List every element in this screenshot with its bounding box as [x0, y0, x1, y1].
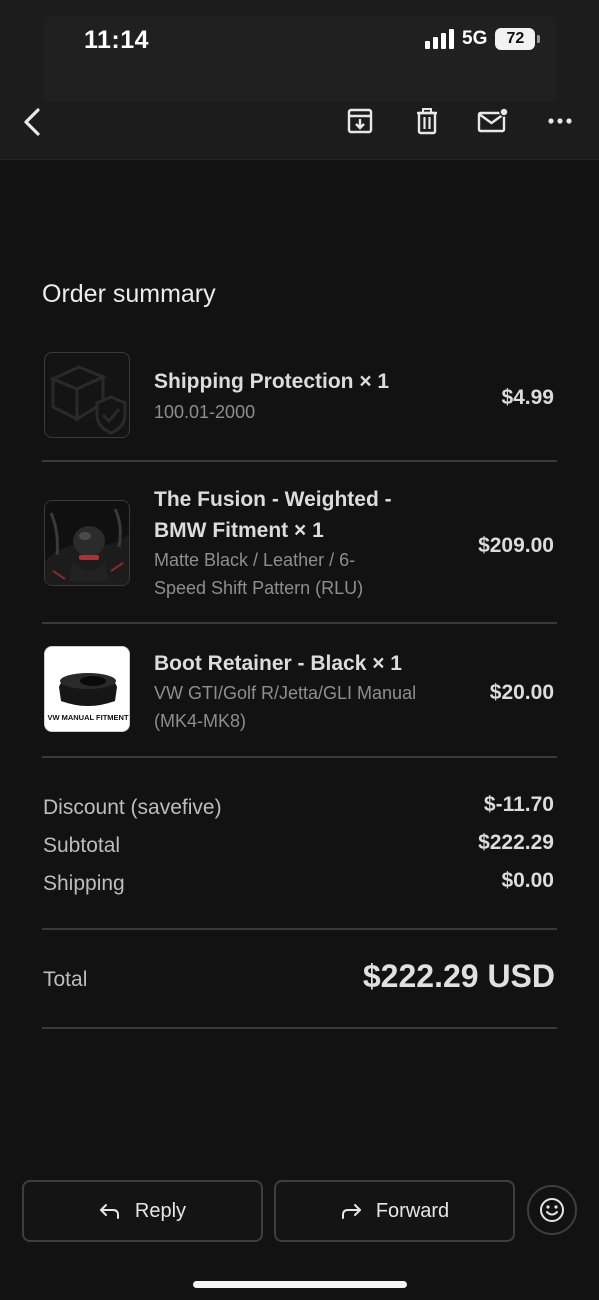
emoji-reaction-button[interactable] — [527, 1185, 577, 1235]
trash-icon — [417, 108, 437, 135]
divider — [42, 1027, 557, 1029]
more-icon — [548, 118, 572, 124]
mark-unread-button[interactable] — [476, 104, 510, 138]
forward-label: Forward — [375, 1199, 450, 1222]
total-label: Total — [43, 968, 88, 991]
reply-icon — [99, 1204, 119, 1219]
mark-unread-icon — [477, 107, 509, 133]
home-indicator[interactable] — [193, 1281, 407, 1288]
archive-icon — [347, 108, 373, 134]
divider — [42, 622, 557, 624]
archive-button[interactable] — [343, 104, 377, 138]
item-thumbnail — [44, 352, 130, 438]
order-summary-title: Order summary — [42, 280, 216, 308]
reply-button[interactable]: Reply — [22, 1180, 263, 1242]
network-type: 5G — [462, 28, 488, 49]
item-title: Boot Retainer - Black × 1 — [154, 652, 402, 675]
item-price: $20.00 — [489, 681, 554, 704]
shipping-protection-icon — [49, 365, 127, 435]
smiley-icon — [540, 1198, 564, 1222]
thumbnail-caption: VW MANUAL FITMENT — [47, 713, 129, 722]
item-variant-line2: (MK4-MK8) — [154, 711, 247, 731]
shipping-label: Shipping — [43, 872, 125, 895]
more-button[interactable] — [543, 104, 577, 138]
status-time: 11:14 — [84, 26, 150, 54]
divider — [42, 756, 557, 758]
subtotal-value: $222.29 — [478, 831, 554, 854]
item-price: $4.99 — [501, 386, 554, 409]
total-value: $222.29 USD — [362, 958, 555, 994]
item-variant-line1: Matte Black / Leather / 6- — [154, 550, 356, 570]
shipping-value: $0.00 — [501, 869, 554, 892]
back-button[interactable] — [16, 104, 48, 140]
battery-icon: 72 — [495, 28, 541, 50]
forward-button[interactable]: Forward — [274, 1180, 515, 1242]
forward-icon — [341, 1204, 361, 1219]
item-thumbnail: VW MANUAL FITMENT — [44, 646, 130, 732]
reply-label: Reply — [134, 1199, 187, 1222]
delete-button[interactable] — [410, 104, 444, 138]
discount-value: $-11.70 — [483, 793, 554, 816]
item-price: $209.00 — [478, 534, 554, 557]
item-title-line1: The Fusion - Weighted - — [154, 488, 392, 511]
order-item: VW MANUAL FITMENT Boot Retainer - Black … — [42, 646, 556, 736]
divider — [42, 928, 557, 930]
item-variant: 100.01-2000 — [154, 402, 256, 422]
subtotal-label: Subtotal — [43, 834, 121, 857]
item-title: Shipping Protection × 1 — [154, 370, 390, 393]
item-variant-line2: Speed Shift Pattern (RLU) — [154, 578, 364, 598]
item-thumbnail — [44, 500, 130, 586]
divider — [42, 460, 557, 462]
discount-label: Discount (savefive) — [43, 796, 222, 819]
item-title-line2: BMW Fitment × 1 — [154, 519, 324, 542]
status-indicators: 5G 72 — [425, 28, 541, 50]
back-icon — [24, 108, 40, 136]
signal-icon — [425, 29, 454, 49]
order-item: The Fusion - Weighted - BMW Fitment × 1 … — [42, 484, 556, 604]
shift-knob-image — [45, 501, 129, 585]
item-variant-line1: VW GTI/Golf R/Jetta/GLI Manual — [154, 683, 417, 703]
order-item: Shipping Protection × 1 100.01-2000 $4.9… — [42, 352, 556, 442]
top-bar: 11:14 5G 72 — [0, 0, 599, 160]
battery-level: 72 — [506, 30, 525, 47]
